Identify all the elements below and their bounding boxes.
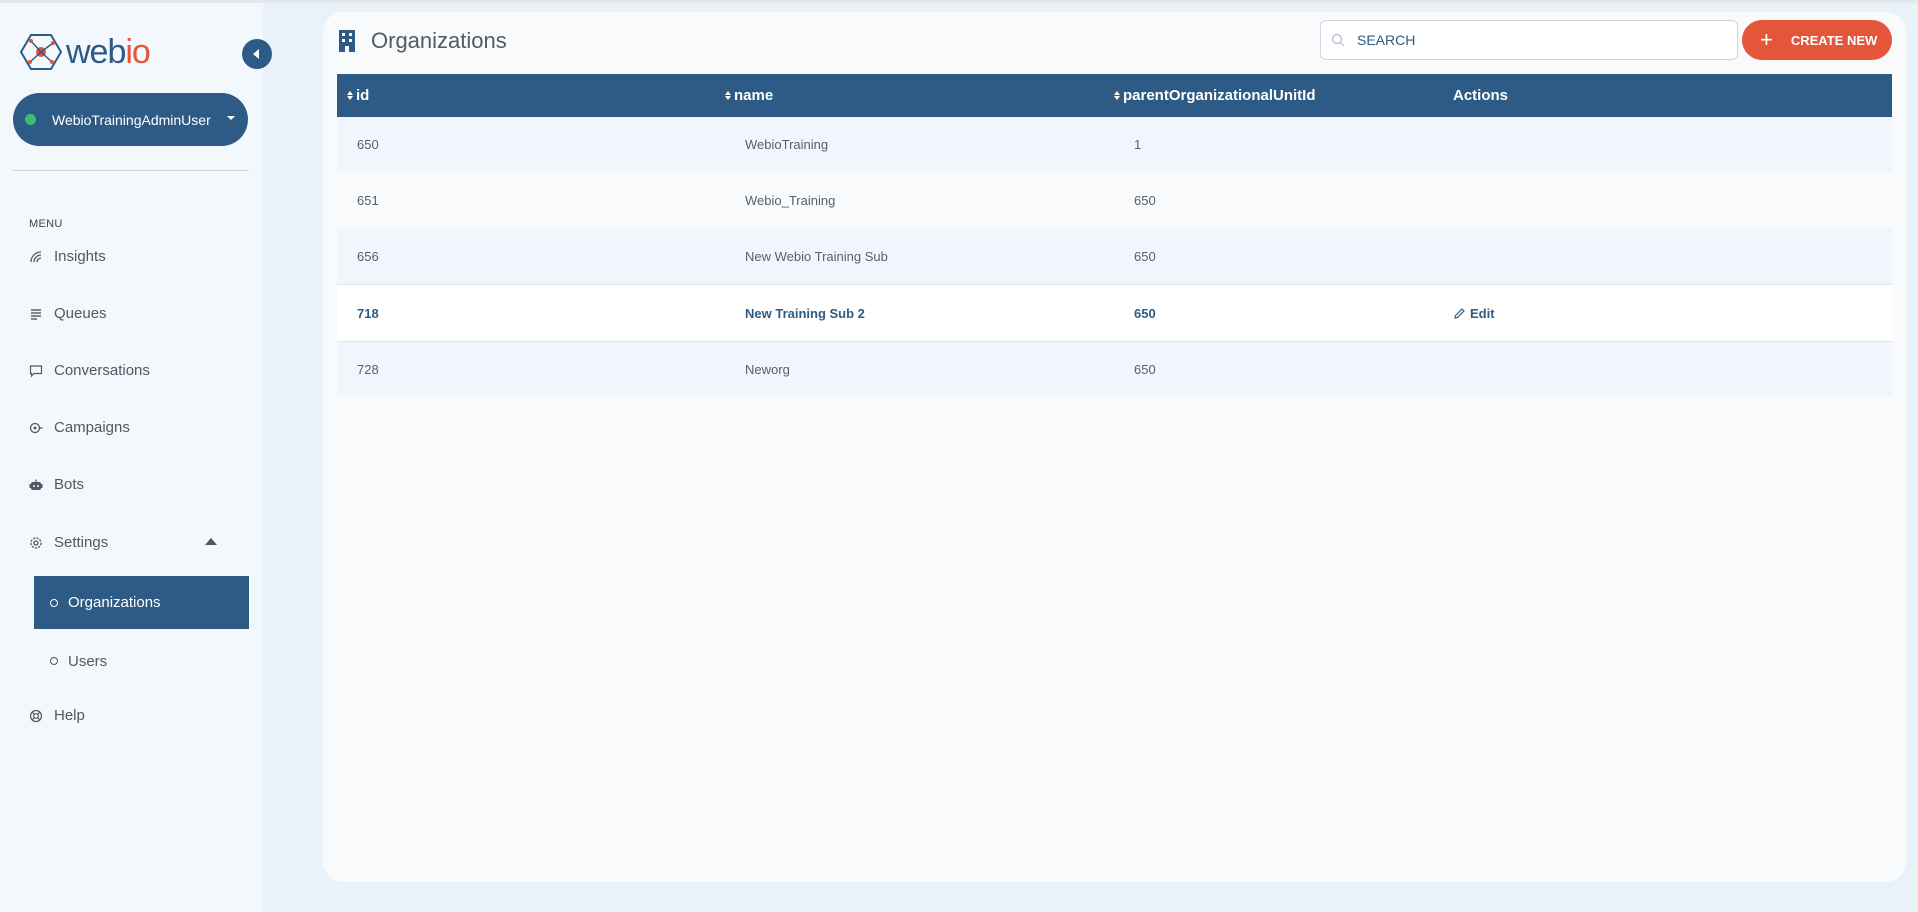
sidebar-item-label: Conversations bbox=[54, 362, 150, 379]
create-new-label: CREATE NEW bbox=[1790, 32, 1878, 48]
edit-button[interactable]: Edit bbox=[1453, 306, 1495, 321]
sidebar-item-campaigns[interactable]: Campaigns bbox=[29, 419, 130, 436]
cell-parent-id: 650 bbox=[1134, 192, 1156, 208]
table-row[interactable]: 728 Neworg 650 bbox=[337, 342, 1892, 397]
cell-id: 718 bbox=[357, 305, 379, 321]
queues-icon bbox=[29, 307, 43, 321]
cell-id: 650 bbox=[357, 137, 379, 152]
user-name: WebioTrainingAdminUser bbox=[52, 111, 211, 128]
create-new-button[interactable]: + CREATE NEW bbox=[1742, 20, 1892, 60]
sidebar-item-bots[interactable]: Bots bbox=[29, 476, 84, 493]
circle-bullet-icon bbox=[50, 657, 58, 665]
conversations-icon bbox=[29, 364, 43, 378]
sidebar-item-insights[interactable]: Insights bbox=[29, 248, 106, 265]
bots-icon bbox=[29, 478, 43, 492]
gear-icon bbox=[29, 536, 43, 550]
cell-name: Webio_Training bbox=[745, 192, 836, 208]
cell-parent-id: 650 bbox=[1134, 362, 1156, 377]
menu-label: MENU bbox=[29, 218, 63, 230]
chevron-down-icon bbox=[227, 116, 235, 120]
table-header: id name parentOrganizationalUnitId Actio… bbox=[337, 74, 1892, 117]
webio-logo[interactable]: webio bbox=[20, 33, 151, 71]
help-lifebuoy-icon bbox=[29, 709, 43, 723]
building-icon bbox=[339, 30, 355, 52]
sidebar-item-label: Campaigns bbox=[54, 419, 130, 436]
caret-left-icon bbox=[253, 49, 259, 59]
chevron-up-icon[interactable] bbox=[205, 538, 217, 545]
column-header-parent-id[interactable]: parentOrganizationalUnitId bbox=[1114, 87, 1453, 104]
cell-name: New Training Sub 2 bbox=[745, 305, 865, 321]
column-header-label: parentOrganizationalUnitId bbox=[1123, 87, 1316, 104]
logo-hexagon-icon bbox=[20, 34, 62, 70]
logo-text: webio bbox=[66, 33, 151, 71]
cell-parent-id: 1 bbox=[1134, 137, 1142, 152]
main-panel: Organizations + CREATE NEW id name paren… bbox=[323, 12, 1906, 882]
column-header-label: id bbox=[356, 87, 370, 104]
sidebar-item-conversations[interactable]: Conversations bbox=[29, 362, 150, 379]
user-menu-button[interactable]: WebioTrainingAdminUser bbox=[13, 93, 248, 146]
online-status-icon bbox=[25, 114, 36, 125]
search-input[interactable] bbox=[1357, 32, 1717, 48]
sidebar-item-label: Settings bbox=[54, 534, 109, 551]
circle-bullet-icon bbox=[50, 598, 58, 607]
cell-id: 656 bbox=[357, 248, 379, 264]
edit-label: Edit bbox=[1470, 305, 1495, 321]
sidebar-subitem-label: Organizations bbox=[68, 594, 161, 611]
cell-name: New Webio Training Sub bbox=[745, 248, 888, 264]
pencil-icon bbox=[1454, 307, 1465, 319]
column-header-actions: Actions bbox=[1453, 87, 1892, 104]
sort-icon bbox=[347, 91, 353, 100]
cell-id: 728 bbox=[357, 362, 379, 377]
cell-id: 651 bbox=[357, 192, 379, 208]
sort-icon bbox=[725, 91, 731, 100]
collapse-sidebar-button[interactable] bbox=[242, 39, 272, 69]
table-row[interactable]: 651 Webio_Training 650 bbox=[337, 172, 1892, 228]
sidebar-subitem-organizations[interactable]: Organizations bbox=[34, 576, 249, 629]
sidebar-item-label: Insights bbox=[54, 248, 106, 265]
logo-text-io: io bbox=[125, 33, 150, 71]
sidebar-item-label: Queues bbox=[54, 305, 107, 322]
organizations-table: id name parentOrganizationalUnitId Actio… bbox=[337, 74, 1892, 397]
logo-text-web: web bbox=[66, 33, 126, 71]
cell-parent-id: 650 bbox=[1134, 305, 1156, 321]
top-border bbox=[0, 0, 1918, 3]
column-header-label: Actions bbox=[1453, 87, 1509, 104]
page-title: Organizations bbox=[371, 28, 507, 53]
cell-actions: Edit bbox=[1453, 306, 1892, 321]
insights-icon bbox=[29, 250, 43, 264]
sidebar-item-help[interactable]: Help bbox=[29, 707, 85, 724]
sidebar-subitem-users[interactable]: Users bbox=[34, 648, 249, 674]
sidebar-item-settings[interactable]: Settings bbox=[29, 534, 108, 551]
sidebar-item-label: Bots bbox=[54, 476, 85, 493]
sidebar-subitem-label: Users bbox=[68, 652, 108, 670]
column-header-id[interactable]: id bbox=[337, 87, 725, 104]
sidebar: webio WebioTrainingAdminUser MENU Insigh… bbox=[0, 3, 272, 912]
column-header-name[interactable]: name bbox=[725, 87, 1114, 104]
sidebar-item-label: Help bbox=[54, 707, 85, 724]
sidebar-item-queues[interactable]: Queues bbox=[29, 305, 107, 322]
search-icon bbox=[1331, 33, 1345, 47]
sort-icon bbox=[1114, 91, 1120, 100]
cell-name: Neworg bbox=[745, 362, 790, 377]
table-row[interactable]: 656 New Webio Training Sub 650 bbox=[337, 228, 1892, 284]
table-row-hovered[interactable]: 718 New Training Sub 2 650 Edit bbox=[337, 284, 1892, 342]
search-box[interactable] bbox=[1320, 20, 1738, 60]
column-header-label: name bbox=[734, 87, 774, 104]
campaigns-icon bbox=[29, 421, 43, 435]
plus-icon: + bbox=[1760, 27, 1773, 52]
page-header: Organizations bbox=[339, 28, 507, 54]
cell-parent-id: 650 bbox=[1134, 248, 1156, 264]
table-row[interactable]: 650 WebioTraining 1 bbox=[337, 117, 1892, 172]
sidebar-divider bbox=[13, 170, 249, 171]
cell-name: WebioTraining bbox=[745, 137, 829, 152]
